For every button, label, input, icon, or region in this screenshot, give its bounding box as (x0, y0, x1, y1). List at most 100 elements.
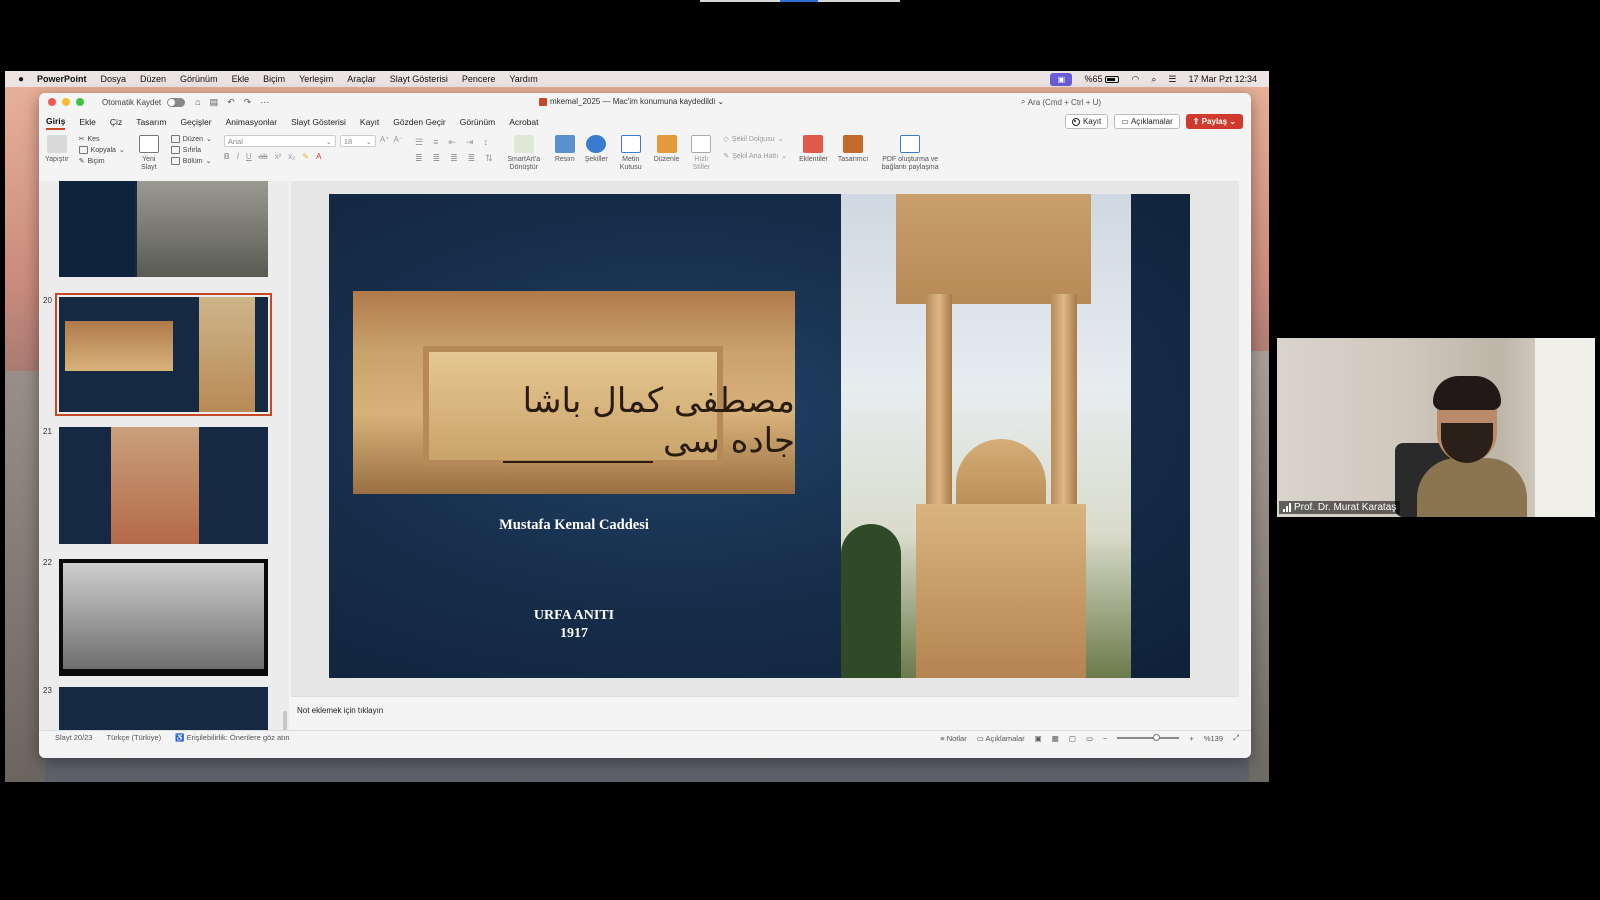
menu-araclar[interactable]: Araçlar (347, 74, 376, 84)
designer-button[interactable]: Tasarımcı (838, 133, 868, 164)
cut-button[interactable]: ✂ Kes (79, 135, 125, 144)
zoom-slider[interactable] (1117, 734, 1180, 741)
current-slide[interactable]: مصطفى كمال باشا جاده سى Mustafa Kemal Ca… (329, 194, 1190, 678)
highlight-icon[interactable]: ✎ (302, 152, 309, 161)
home-icon[interactable]: ⌂ (195, 97, 200, 108)
picture-button[interactable]: Resim (554, 133, 575, 164)
shapes-button[interactable]: Şekiller (585, 133, 608, 164)
thumbnails-scrollbar[interactable] (283, 711, 287, 730)
record-button[interactable]: Kayıt (1064, 114, 1109, 129)
smartart-button[interactable]: SmartArt'a Dönüştür (503, 133, 545, 172)
bold-icon[interactable]: B (224, 152, 230, 161)
slide-thumb-22[interactable] (59, 559, 268, 676)
autosave-toggle[interactable] (167, 97, 186, 107)
slide-thumb-23[interactable] (59, 687, 268, 730)
comments-toggle[interactable]: ▭ Açıklamalar (977, 734, 1025, 743)
monument-photo[interactable] (841, 194, 1131, 678)
copy-button[interactable]: Kopyala ⌄ (78, 146, 125, 154)
clock[interactable]: 17 Mar Pzt 12:34 (1188, 74, 1257, 84)
spotlight-icon[interactable]: ⌕ (1151, 74, 1156, 85)
align-center-icon[interactable]: ≣ (433, 153, 441, 164)
search-field[interactable]: ⌕ Ara (Cmd + Ctrl + U) (1021, 96, 1201, 108)
menu-bicim[interactable]: Biçim (263, 74, 285, 84)
subscript-icon[interactable]: x₂ (288, 152, 295, 161)
language-indicator[interactable]: Türkçe (Türkiye) (107, 733, 162, 742)
text-direction-icon[interactable]: ⇅ (485, 153, 493, 164)
tab-gecisler[interactable]: Geçişler (180, 115, 211, 129)
wifi-icon[interactable]: ◠ (1131, 74, 1139, 85)
paste-button[interactable]: Yapıştır (45, 133, 69, 164)
italic-icon[interactable]: I (237, 152, 239, 161)
tab-kayit[interactable]: Kayıt (360, 115, 379, 129)
shape-outline-button[interactable]: ✎ Şekil Ana Hattı ⌄ (723, 152, 787, 161)
addins-button[interactable]: Eklentiler (799, 133, 828, 164)
layout-button[interactable]: Düzen ⌄ (170, 135, 212, 143)
zoom-button[interactable] (76, 98, 84, 106)
minimize-button[interactable] (62, 98, 70, 106)
menu-gorunum[interactable]: Görünüm (180, 74, 218, 84)
slide-editor[interactable]: مصطفى كمال باشا جاده سى Mustafa Kemal Ca… (291, 181, 1239, 696)
undo-icon[interactable]: ↶ (227, 97, 235, 108)
tab-slayt-gosterisi[interactable]: Slayt Gösterisi (291, 115, 346, 129)
customize-icon[interactable]: ⋯ (260, 97, 269, 108)
justify-icon[interactable]: ≣ (468, 153, 476, 164)
zoom-in-icon[interactable]: + (1189, 734, 1193, 743)
tab-gozden-gecir[interactable]: Gözden Geçir (393, 115, 445, 129)
grow-font-icon[interactable]: A⁺ (380, 135, 390, 147)
menu-ekle[interactable]: Ekle (232, 74, 250, 84)
participant-video[interactable]: Prof. Dr. Murat Karataş (1277, 338, 1595, 517)
reading-view-icon[interactable]: ▢ (1069, 734, 1076, 743)
align-right-icon[interactable]: ≣ (450, 153, 458, 164)
new-slide-button[interactable]: Yeni Slayt (137, 133, 161, 172)
superscript-icon[interactable]: x² (275, 152, 282, 161)
inscription-photo[interactable]: مصطفى كمال باشا جاده سى (353, 291, 795, 494)
format-painter-button[interactable]: ✎ Biçim (79, 157, 125, 166)
line-spacing-icon[interactable]: ↕ (483, 137, 488, 148)
menu-yardim[interactable]: Yardım (509, 74, 537, 84)
battery-indicator[interactable]: %65 (1084, 74, 1120, 84)
outdent-icon[interactable]: ⇥ (466, 137, 474, 148)
arrange-button[interactable]: Düzenle (654, 133, 679, 164)
slide-thumb-21[interactable] (59, 427, 268, 544)
font-size-select[interactable]: 18 ⌄ (339, 135, 376, 147)
bullets-icon[interactable]: ☰ (415, 137, 423, 148)
indent-icon[interactable]: ⇤ (448, 137, 456, 148)
font-color-icon[interactable]: A (316, 152, 321, 161)
document-title[interactable]: mkemal_2025 — Mac'im konumuna kaydedildi… (539, 97, 724, 106)
tab-animasyonlar[interactable]: Animasyonlar (226, 115, 278, 129)
menu-pencere[interactable]: Pencere (462, 74, 496, 84)
strikethrough-icon[interactable]: ab (259, 152, 268, 161)
slide-thumbnails-pane[interactable]: 20 21 22 23 (39, 181, 289, 730)
zoom-out-icon[interactable]: − (1103, 734, 1107, 743)
section-button[interactable]: Bölüm ⌄ (170, 157, 212, 165)
underline-icon[interactable]: U (246, 152, 252, 161)
share-button[interactable]: ⇪ Paylaş ⌄ (1185, 114, 1243, 129)
font-name-select[interactable]: Arial ⌄ (223, 135, 336, 147)
app-menu[interactable]: PowerPoint (37, 74, 87, 84)
tab-giris[interactable]: Giriş (46, 114, 66, 130)
screen-share-icon[interactable]: ▣ (1050, 72, 1073, 86)
pdf-share-button[interactable]: PDF oluşturma ve bağlantı paylaşma (878, 133, 942, 172)
redo-icon[interactable]: ↷ (244, 97, 252, 108)
reset-button[interactable]: Sıfırla (170, 146, 212, 154)
menu-yerlesim[interactable]: Yerleşim (299, 74, 333, 84)
normal-view-icon[interactable]: ▣ (1035, 734, 1042, 743)
slideshow-icon[interactable]: ▭ (1086, 734, 1093, 743)
save-icon[interactable]: ▤ (210, 97, 219, 108)
zoom-level[interactable]: %139 (1204, 734, 1223, 743)
tab-acrobat[interactable]: Acrobat (509, 115, 538, 129)
shape-fill-button[interactable]: ◇ Şekil Dolgusu ⌄ (723, 135, 787, 144)
close-button[interactable] (48, 98, 56, 106)
apple-icon[interactable]: ● (5, 74, 37, 85)
fit-to-window-icon[interactable]: ⤢ (1233, 733, 1239, 743)
control-center-icon[interactable]: ☰ (1168, 74, 1176, 85)
quick-styles-button[interactable]: Hızlı Stiller (689, 133, 713, 172)
accessibility-button[interactable]: ♿ Erişilebilirlik: Önerilere göz atın (175, 733, 289, 742)
notes-pane[interactable]: Not eklemek için tıklayın (291, 696, 1239, 730)
slide-thumb-19[interactable] (59, 181, 268, 277)
menu-dosya[interactable]: Dosya (101, 74, 127, 84)
slide-caption[interactable]: URFA ANITI 1917 (489, 607, 659, 643)
shrink-font-icon[interactable]: A⁻ (393, 135, 403, 147)
notes-toggle[interactable]: ≡ Notlar (940, 734, 967, 743)
align-left-icon[interactable]: ≣ (415, 153, 423, 164)
